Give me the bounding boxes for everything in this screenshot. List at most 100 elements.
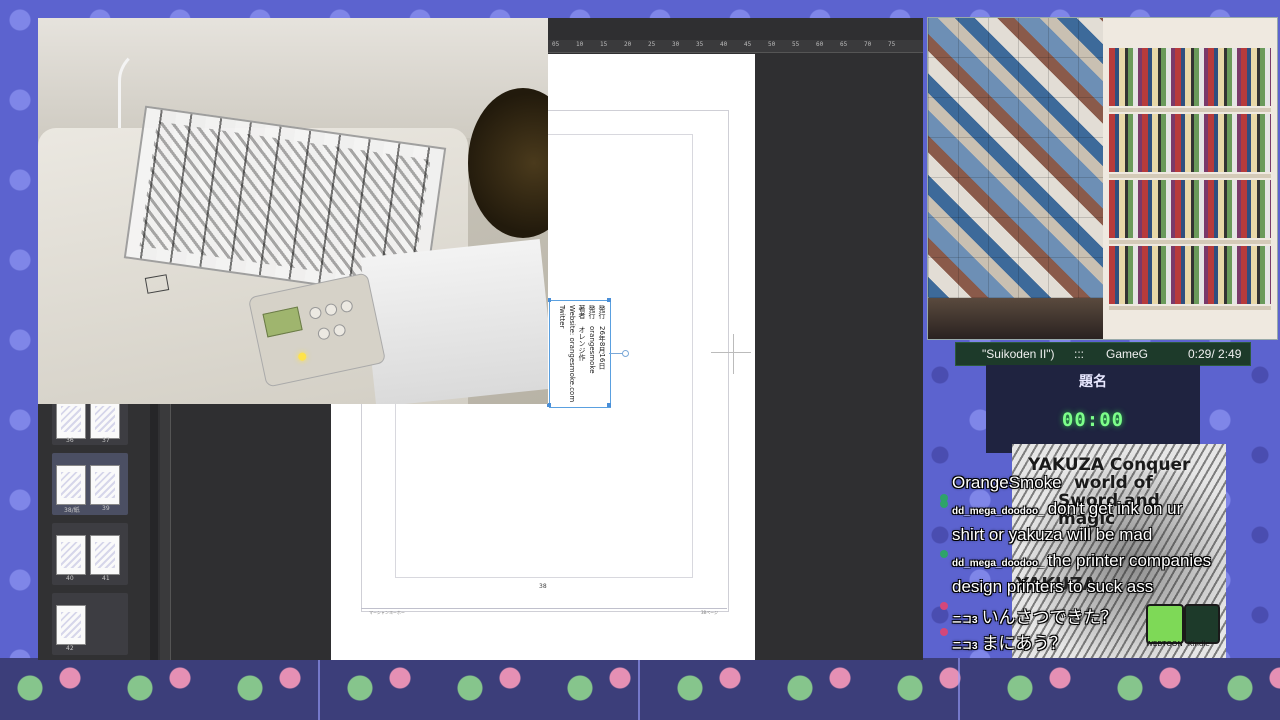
ruler-tick-label: 30 (672, 41, 680, 48)
footer-left: マーシャンヨーホー (369, 610, 405, 615)
page-number: 38 (539, 583, 547, 590)
timer-widget: 題名 00:00 (986, 365, 1200, 453)
book-row (1109, 48, 1271, 106)
shelf-board (1109, 174, 1271, 178)
chat-badge-icon (940, 550, 948, 558)
chat-username: dd_mega_doodoo_ (952, 506, 1044, 517)
colophon-line: Twitter (558, 305, 566, 329)
footer-right: 38ページ (701, 610, 719, 615)
rotate-handle[interactable] (622, 350, 629, 357)
page-42[interactable]: 42 (52, 593, 128, 655)
chat-badge-icon (940, 628, 948, 636)
chat-username: ニコ3 (952, 641, 978, 652)
vertical-ruler (160, 403, 171, 660)
desk (928, 298, 1103, 339)
registration-mark (733, 334, 734, 374)
chat-username: OrangeSmoke (952, 473, 1062, 492)
ruler-tick-label: 40 (720, 41, 728, 48)
poster-wall (928, 18, 1103, 339)
ruler-tick-label: 75 (888, 41, 896, 48)
band-divider (318, 658, 320, 720)
ruler-tick-label: 70 (864, 41, 872, 48)
chat-message: ニコ3 いんさつできた？ (952, 603, 1118, 628)
now-playing-time: 0:29/ 2:49 (1188, 347, 1242, 361)
ruler-tick-label: 60 (816, 41, 824, 48)
page-thumbnail[interactable] (56, 399, 86, 439)
chat-badge-icon (940, 500, 948, 508)
printer-button (308, 305, 323, 321)
chat-badge-icon (940, 602, 948, 610)
chat-text: design printers to suck ass (952, 577, 1154, 596)
colophon-text-box[interactable]: 発行 26年8月16日 発行 orangesmoke 著者 オレンジ作 Webs… (549, 300, 611, 408)
chat-message: shirt or yakuza will be mad (952, 525, 1152, 545)
ruler-tick-label: 55 (792, 41, 800, 48)
book-row (1109, 246, 1271, 304)
chat-overlay: OrangeSmoke dd_mega_doodoo_ don't get ink… (938, 470, 1238, 660)
page-thumbnail[interactable] (56, 535, 86, 575)
chat-text: the printer companies (1047, 551, 1212, 570)
paper-tray (360, 239, 548, 404)
page-label: 40 (66, 575, 74, 582)
book-row (1109, 180, 1271, 238)
colophon-line: 発行 orangesmoke (588, 305, 596, 374)
timer-value: 00:00 (1061, 409, 1125, 431)
room-webcam (927, 17, 1278, 340)
page-label: 38/紙 (64, 507, 80, 514)
chat-text: shirt or yakuza will be mad (952, 525, 1153, 544)
page-thumbnail[interactable] (56, 465, 86, 505)
trim-line (361, 608, 727, 609)
page-panel-scrollbar[interactable] (150, 403, 158, 660)
bookshelf (1103, 18, 1277, 339)
now-playing-artist: GameG (1106, 347, 1149, 361)
colophon-line: 発行 26年8月16日 (598, 305, 606, 370)
chat-username: ニコ3 (952, 615, 978, 626)
printer-webcam (38, 18, 548, 404)
printer-button (332, 323, 347, 338)
bottom-pattern-band (0, 658, 1280, 720)
printer-button (323, 302, 339, 317)
band-divider (638, 658, 640, 720)
chat-message: ニコ3 まにあう？ (952, 629, 1067, 654)
registration-mark (711, 352, 751, 353)
page-label: 36 (66, 437, 74, 444)
chat-text: まにあう？ (981, 634, 1067, 653)
power-led-icon (297, 351, 307, 362)
timer-title: 題名 (1079, 374, 1107, 390)
ruler-tick-label: 15 (600, 41, 608, 48)
page-management-panel: 36 37 38/紙 39 40 41 42 (38, 399, 160, 660)
ruler-tick-label: 10 (576, 41, 584, 48)
page-label: 37 (102, 437, 110, 444)
wall (38, 18, 548, 138)
printer-button (339, 299, 354, 314)
colophon-line: Website: orangesmoke.com (568, 305, 576, 403)
ruler-tick-label: 65 (840, 41, 848, 48)
chat-message: dd_mega_doodoo_ the printer companies (952, 551, 1211, 571)
band-divider (958, 658, 960, 720)
ruler-tick-label: 45 (744, 41, 752, 48)
chat-username: dd_mega_doodoo_ (952, 558, 1044, 569)
shelf-board (1109, 108, 1271, 112)
book-row (1109, 114, 1271, 172)
page-spread-38-39[interactable]: 38/紙 39 (52, 453, 128, 515)
ruler-tick-label: 50 (768, 41, 776, 48)
colophon-line: 著者 オレンジ作 (578, 305, 586, 361)
shelf-board (1109, 240, 1271, 244)
transform-handle[interactable] (607, 403, 611, 407)
page-thumbnail[interactable] (90, 399, 120, 439)
page-thumbnail[interactable] (56, 605, 86, 645)
page-spread-36-37[interactable]: 36 37 (52, 399, 128, 445)
ruler-tick-label: 25 (648, 41, 656, 48)
page-spread-40-41[interactable]: 40 41 (52, 523, 128, 585)
ruler-tick-label: 35 (696, 41, 704, 48)
horizontal-ruler: 05 10 15 20 25 30 35 40 45 50 55 60 65 70 75 (548, 40, 923, 53)
printer-lcd (262, 306, 303, 338)
page-label: 41 (102, 575, 110, 582)
page-thumbnail[interactable] (90, 465, 120, 505)
chat-message: dd_mega_doodoo_ don't get ink on ur (952, 499, 1182, 519)
transform-handle[interactable] (607, 298, 611, 302)
page-label: 42 (66, 645, 74, 652)
printer-button (316, 326, 332, 341)
chat-text: don't get ink on ur (1047, 499, 1183, 518)
now-playing-bar: "Suikoden II") ::: GameG 0:29/ 2:49 (955, 342, 1251, 366)
page-thumbnail[interactable] (90, 535, 120, 575)
